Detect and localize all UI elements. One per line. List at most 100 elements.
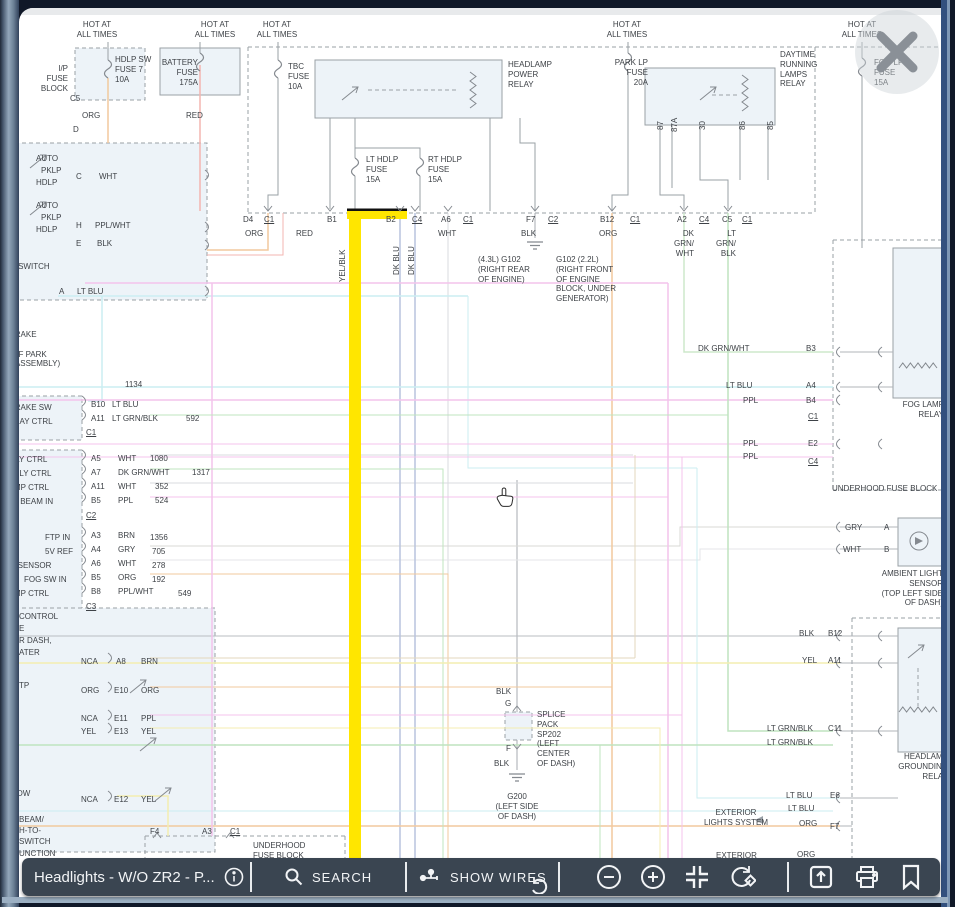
fuse-symbol bbox=[352, 158, 359, 176]
wire-label: B4 bbox=[806, 396, 816, 406]
wire-label: D4 bbox=[243, 215, 253, 225]
wire-label: A3 bbox=[202, 827, 212, 837]
wire-label: RT HDLP FUSE 15A bbox=[428, 155, 462, 184]
wire-label: A5 bbox=[91, 454, 101, 464]
wire-label: WHT bbox=[438, 229, 456, 239]
wire-label: A11 bbox=[91, 482, 105, 492]
wire-label: HOT AT ALL TIMES bbox=[190, 20, 240, 40]
show-wires-icon bbox=[418, 867, 442, 887]
connector-arc-icon bbox=[82, 527, 86, 537]
connector-arrow-down-icon bbox=[444, 206, 452, 211]
wire-label: A6 bbox=[91, 559, 101, 569]
export-button[interactable] bbox=[808, 864, 834, 890]
wire-label: C2 bbox=[86, 511, 96, 521]
diagram-title: Headlights - W/O ZR2 - P... bbox=[34, 869, 215, 886]
wire-label: PPL bbox=[141, 714, 156, 724]
component-box bbox=[315, 60, 502, 118]
component-box bbox=[898, 628, 941, 752]
wire-label: 352 bbox=[155, 482, 168, 492]
wire-label: PPL bbox=[743, 439, 758, 449]
rotate-view-button[interactable] bbox=[728, 864, 756, 890]
wire-label: DK BLU bbox=[392, 246, 402, 275]
show-wires-button[interactable]: SHOW WIRES bbox=[418, 858, 547, 896]
wire-label: C5 bbox=[70, 94, 80, 104]
wire-label: C1 bbox=[86, 428, 96, 438]
wire-label: YEL/BLK bbox=[338, 250, 348, 282]
wire-label: A11 bbox=[91, 414, 105, 424]
wire-label: C11 bbox=[828, 724, 842, 734]
search-button[interactable]: SEARCH bbox=[284, 858, 372, 896]
wire-label: C1 bbox=[264, 215, 274, 225]
wire-label: HOT AT ALL TIMES bbox=[602, 20, 652, 40]
wire-label: BATTERY FUSE 175A bbox=[160, 58, 198, 87]
close-button[interactable] bbox=[855, 10, 939, 94]
wire-label: WHT bbox=[118, 482, 136, 492]
wire-label: LT BLU bbox=[786, 791, 812, 801]
wire-label: 1317 bbox=[192, 468, 210, 478]
wire-label: C1 bbox=[230, 827, 240, 837]
wire-label: B1 bbox=[327, 215, 337, 225]
diagram-viewport[interactable]: HOT AT ALL TIMES HOT AT ALL TIMES HOT AT A… bbox=[19, 8, 941, 897]
wire-label: BLK bbox=[494, 759, 509, 769]
wire-label: YEL bbox=[141, 795, 156, 805]
wire-label: B5 bbox=[91, 496, 101, 506]
wire-label: LT GRN/BLK bbox=[767, 724, 813, 734]
wire-label: YEL bbox=[802, 656, 817, 666]
wire-label: PARK RLY CTRL bbox=[19, 455, 47, 465]
zoom-in-button[interactable] bbox=[640, 864, 666, 890]
toolbar-divider bbox=[250, 862, 252, 892]
wire-label: E12 bbox=[114, 795, 128, 805]
fuse-symbol bbox=[275, 60, 282, 78]
wire-label: TP bbox=[19, 681, 29, 691]
wire-label: DK BLU bbox=[407, 246, 417, 275]
wire-label: E bbox=[19, 624, 24, 634]
info-icon[interactable] bbox=[223, 866, 245, 888]
wire bbox=[697, 468, 840, 798]
wire-label: DW bbox=[19, 789, 30, 799]
wire-label: DK GRN/ WHT bbox=[664, 229, 694, 258]
wire-label: HOT AT ALL TIMES bbox=[72, 20, 122, 40]
wire-label: LT GRN/BLK bbox=[112, 414, 158, 424]
bookmark-button[interactable] bbox=[900, 864, 922, 890]
wire-label: ORG bbox=[141, 686, 159, 696]
wire-label: EXTERIOR LIGHTS SYSTEM bbox=[700, 808, 772, 828]
connector-arc-icon bbox=[82, 396, 86, 406]
wire-label: B12 bbox=[828, 629, 842, 639]
undo-icon[interactable] bbox=[530, 878, 552, 894]
wire-label: PKLP bbox=[41, 166, 61, 176]
wire-label: ORG bbox=[799, 819, 817, 829]
wire-label: YEL bbox=[81, 727, 96, 737]
wire-label: B12 bbox=[600, 215, 614, 225]
search-icon bbox=[284, 867, 304, 887]
wire-label: DRL RELAY CTRL bbox=[19, 417, 53, 427]
connector-arc-icon bbox=[82, 450, 86, 460]
wire-label: A4 bbox=[91, 545, 101, 555]
wire-label: B8 bbox=[91, 587, 101, 597]
diagram-title-group[interactable]: Headlights - W/O ZR2 - P... bbox=[34, 858, 245, 896]
wire-label: DK GRN/WHT bbox=[698, 344, 750, 354]
wire-label: 30 bbox=[698, 121, 708, 130]
print-button[interactable] bbox=[854, 864, 880, 890]
wire-label: ATER bbox=[19, 648, 40, 658]
connector-arc-icon bbox=[82, 583, 86, 593]
wire-label: BLK bbox=[496, 687, 511, 697]
wire-label: A7 bbox=[91, 468, 101, 478]
wire-label: 87 bbox=[656, 121, 666, 130]
wire-label: B5 bbox=[91, 573, 101, 583]
wire-label: NCA bbox=[81, 795, 98, 805]
wire-label: F7 bbox=[526, 215, 535, 225]
wire bbox=[88, 296, 102, 401]
wire-label: LT BLU bbox=[112, 400, 138, 410]
connector-arc-icon bbox=[82, 464, 86, 474]
wire-label: F7 bbox=[830, 822, 839, 832]
wire-label: F bbox=[506, 744, 511, 754]
ground-symbol bbox=[509, 774, 525, 781]
zoom-out-button[interactable] bbox=[596, 864, 622, 890]
wire-label: G200 (LEFT SIDE OF DASH) bbox=[489, 792, 545, 821]
wire-label: C4 bbox=[699, 215, 709, 225]
wire-label: BRN bbox=[141, 657, 158, 667]
wire-label: LT HDLP FUSE 15A bbox=[366, 155, 398, 184]
fit-screen-button[interactable] bbox=[684, 864, 710, 890]
wire-label: LT GRN/ BLK bbox=[706, 229, 736, 258]
wire-label: C5 bbox=[722, 215, 732, 225]
